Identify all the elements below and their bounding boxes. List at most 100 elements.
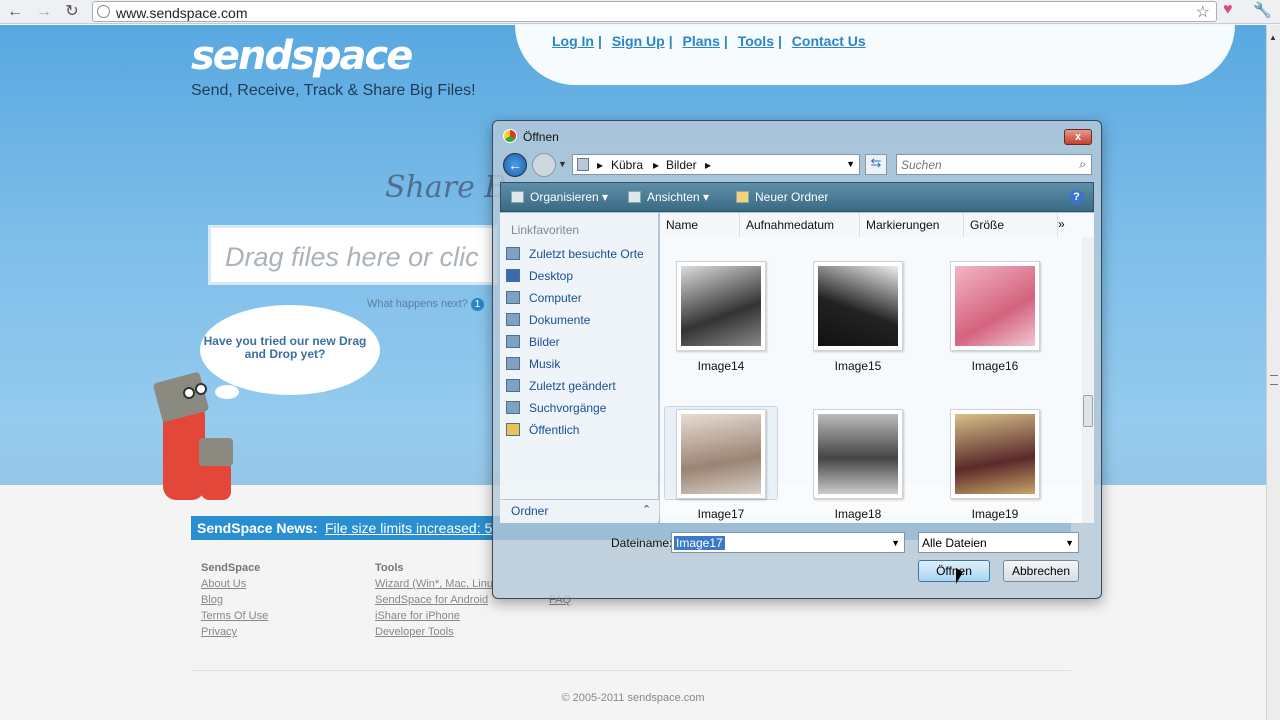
nav-pictures[interactable]: Bilder: [506, 335, 560, 353]
file-name[interactable]: Image19: [945, 507, 1045, 521]
footer-link[interactable]: SendSpace for Android: [375, 592, 493, 608]
forward-icon[interactable]: →: [33, 2, 55, 22]
file-name[interactable]: Image16: [945, 359, 1045, 373]
nav-plans[interactable]: Plans: [683, 33, 720, 49]
nav-searches[interactable]: Suchvorgänge: [506, 401, 606, 419]
nav-music[interactable]: Musik: [506, 357, 560, 375]
nav-recent-places[interactable]: Zuletzt besuchte Orte: [506, 247, 644, 265]
filename-input[interactable]: Image17 ▼: [671, 532, 905, 553]
breadcrumb-bilder[interactable]: Bilder: [666, 158, 697, 172]
step-number: 1: [470, 298, 484, 311]
footer-link[interactable]: Wizard (Win*, Mac, Linu: [375, 576, 493, 592]
top-navigation: Log In | Sign Up | Plans | Tools | Contact U…: [552, 33, 866, 49]
chevron-up-icon[interactable]: ⌃: [642, 503, 651, 516]
news-link[interactable]: File size limits increased: 5: [325, 520, 492, 536]
mascot-eye: [195, 383, 207, 395]
search-field[interactable]: ⌕: [896, 154, 1092, 175]
views-button[interactable]: Ansichten ▾: [628, 190, 709, 204]
footer-link[interactable]: Terms Of Use: [201, 608, 268, 624]
computer-icon: [506, 291, 520, 304]
photo-image: [818, 266, 898, 346]
sendspace-logo[interactable]: sendspace: [191, 33, 413, 79]
open-button[interactable]: Öffnen: [918, 560, 990, 582]
chevron-down-icon[interactable]: ▼: [1065, 538, 1074, 548]
file-thumbnail[interactable]: [950, 409, 1040, 499]
location-bar[interactable]: ▸ Kübra ▸ Bilder ▸ ▼: [572, 154, 860, 175]
filename-value: Image17: [674, 536, 725, 550]
scroll-thumb[interactable]: [1083, 395, 1093, 427]
photo-image: [681, 266, 761, 346]
scroll-up-icon[interactable]: ▲: [1269, 33, 1277, 42]
back-arrow-icon[interactable]: ←: [503, 153, 527, 177]
nav-tools[interactable]: Tools: [738, 33, 774, 49]
nav-contact-us[interactable]: Contact Us: [792, 33, 866, 49]
footer-link[interactable]: iShare for iPhone: [375, 608, 493, 624]
file-list-scrollbar[interactable]: [1082, 237, 1094, 523]
nav-documents[interactable]: Dokumente: [506, 313, 590, 331]
column-name[interactable]: Name: [660, 213, 740, 237]
help-icon[interactable]: ?: [1069, 190, 1084, 205]
nav-computer[interactable]: Computer: [506, 291, 582, 309]
file-name[interactable]: Image15: [808, 359, 908, 373]
file-thumbnail-selected[interactable]: [676, 409, 766, 499]
close-button[interactable]: x: [1064, 129, 1092, 145]
chevron-down-icon[interactable]: ▼: [891, 538, 900, 548]
open-file-dialog: Öffnen x ← ▼ ▸ Kübra ▸ Bilder ▸ ▼ ⇆ ⌕ Or…: [492, 120, 1102, 599]
file-name[interactable]: Image18: [808, 507, 908, 521]
cancel-button[interactable]: Abbrechen: [1003, 560, 1079, 582]
search-icon[interactable]: ⌕: [1079, 157, 1086, 172]
footer-link[interactable]: About Us: [201, 576, 268, 592]
forward-arrow-icon[interactable]: [532, 153, 556, 177]
heart-icon[interactable]: ♥: [1223, 1, 1233, 19]
scroll-thumb[interactable]: [1270, 375, 1278, 385]
recently-changed-icon: [506, 379, 520, 392]
music-icon: [506, 357, 520, 370]
new-folder-button[interactable]: Neuer Ordner: [736, 190, 828, 204]
column-tags[interactable]: Markierungen: [860, 213, 964, 237]
column-date-taken[interactable]: Aufnahmedatum: [740, 213, 860, 237]
footer-link[interactable]: Privacy: [201, 624, 268, 640]
globe-icon: [97, 5, 110, 18]
column-size[interactable]: Größe: [964, 213, 1058, 237]
file-name[interactable]: Image17: [671, 507, 771, 521]
file-thumbnail[interactable]: [813, 261, 903, 351]
what-happens-next[interactable]: What happens next? 1: [367, 298, 484, 311]
favorites-caption: Linkfavoriten: [511, 223, 580, 237]
nav-desktop[interactable]: Desktop: [506, 269, 573, 287]
back-icon[interactable]: ←: [4, 2, 26, 22]
reload-icon[interactable]: ↻: [61, 2, 83, 22]
new-folder-icon: [736, 191, 749, 203]
desktop-icon: [506, 269, 520, 282]
navigation-pane: Linkfavoriten Zuletzt besuchte Orte Desk…: [500, 213, 659, 523]
breadcrumb-kubra[interactable]: Kübra: [611, 158, 643, 172]
searches-icon: [506, 401, 520, 414]
address-bar[interactable]: www.sendspace.com ☆: [92, 1, 1217, 22]
more-columns-icon[interactable]: »: [1058, 217, 1065, 231]
tagline: Send, Receive, Track & Share Big Files!: [191, 82, 476, 99]
wrench-icon[interactable]: 🔧: [1253, 1, 1272, 19]
nav-log-in[interactable]: Log In: [552, 33, 594, 49]
search-input[interactable]: [897, 155, 1067, 174]
file-thumbnail[interactable]: [950, 261, 1040, 351]
nav-sign-up[interactable]: Sign Up: [612, 33, 665, 49]
nav-public[interactable]: Öffentlich: [506, 423, 579, 441]
filetype-select[interactable]: Alle Dateien ▼: [918, 532, 1079, 553]
file-name[interactable]: Image14: [671, 359, 771, 373]
nav-recently-changed[interactable]: Zuletzt geändert: [506, 379, 616, 397]
chevron-down-icon[interactable]: ▼: [846, 159, 855, 169]
drop-zone[interactable]: Drag files here or clic: [208, 225, 498, 285]
folder-icon: [577, 158, 589, 171]
bookmark-star-icon[interactable]: ☆: [1196, 2, 1210, 22]
footer-link[interactable]: Developer Tools: [375, 624, 493, 640]
folders-toggle[interactable]: Ordner ⌃: [500, 499, 659, 521]
page-scrollbar[interactable]: ▲: [1266, 25, 1280, 720]
browser-toolbar: ← → ↻ www.sendspace.com ☆ ♥ 🔧: [0, 0, 1280, 24]
refresh-icon[interactable]: ⇆: [865, 154, 887, 175]
file-thumbnail[interactable]: [813, 409, 903, 499]
filename-label: Dateiname:: [611, 536, 673, 550]
file-thumbnail[interactable]: [676, 261, 766, 351]
history-dropdown-icon[interactable]: ▼: [558, 159, 567, 169]
footer-link[interactable]: Blog: [201, 592, 268, 608]
what-next-text: What happens next?: [367, 298, 468, 310]
organize-button[interactable]: Organisieren ▾: [511, 190, 608, 204]
